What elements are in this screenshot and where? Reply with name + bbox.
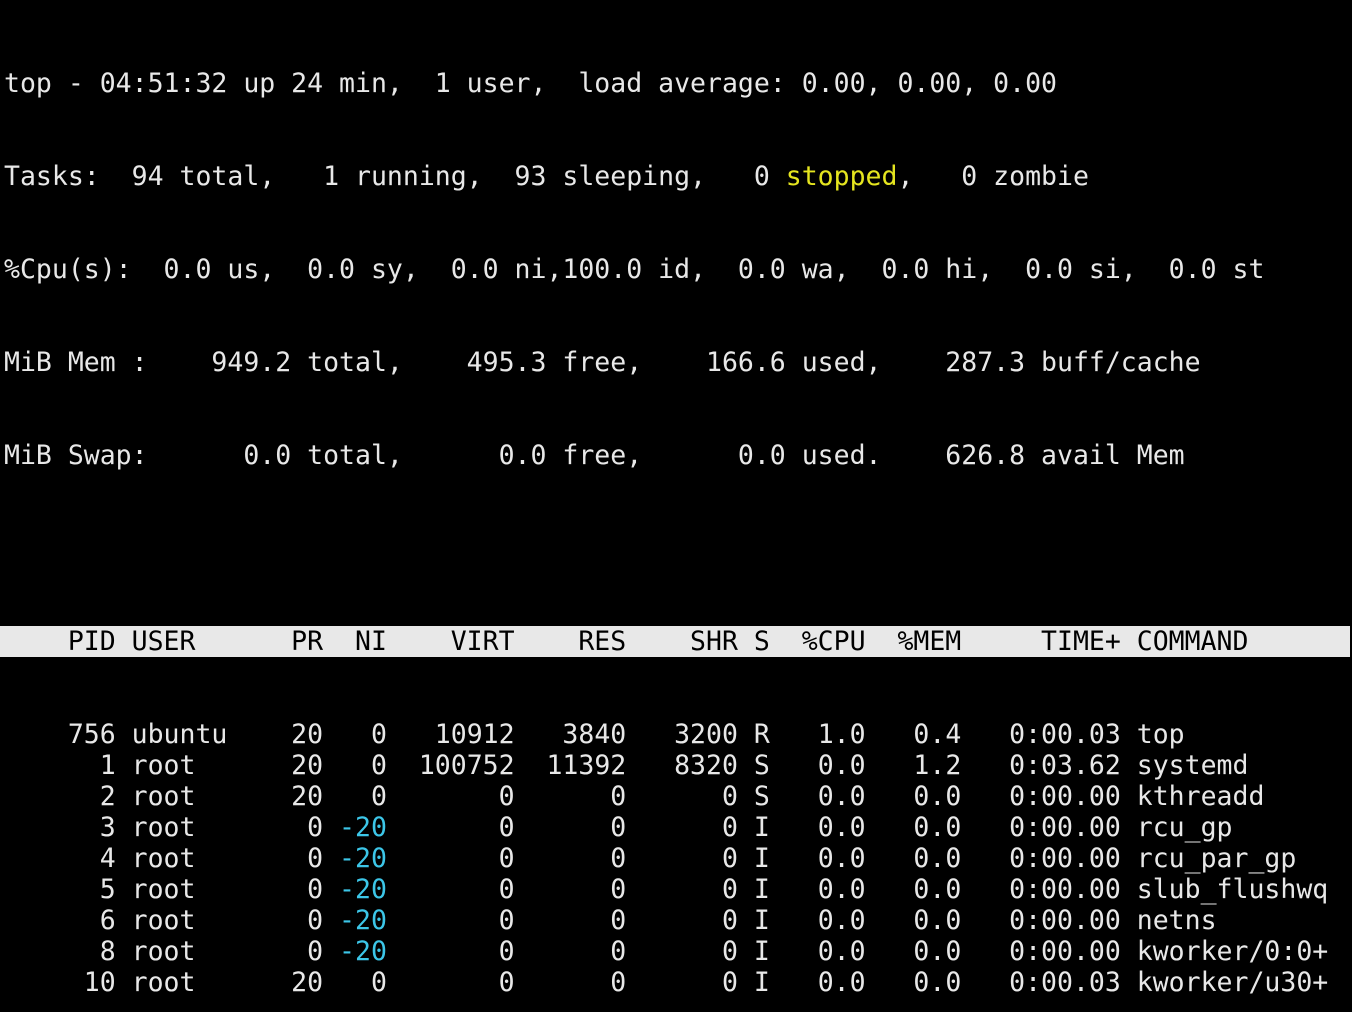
process-ni: -20: [339, 936, 387, 967]
process-pid-user-pr: 10 root 20: [4, 967, 371, 998]
process-stats-command: 0 0 0 I 0.0 0.0 0:00.00 netns: [386, 905, 1217, 936]
process-row: 10 root 20 0 0 0 0 I 0.0 0.0 0:00.03 kwo…: [4, 967, 1352, 998]
process-stats-command: 0 0 0 I 0.0 0.0 0:00.03 kworker/u30+: [386, 967, 1329, 998]
process-pid-user-pr: 2 root 20: [4, 781, 371, 812]
process-pid-user-pr: 6 root 0: [4, 905, 340, 936]
process-table-header: PID USER PR NI VIRT RES SHR S %CPU %MEM …: [0, 626, 1350, 657]
process-row: 6 root 0 -20 0 0 0 I 0.0 0.0 0:00.00 net…: [4, 905, 1352, 936]
process-row: 1 root 20 0 100752 11392 8320 S 0.0 1.2 …: [4, 750, 1352, 781]
process-stats-command: 10912 3840 3200 R 1.0 0.4 0:00.03 top: [386, 719, 1185, 750]
process-stats-command: 0 0 0 I 0.0 0.0 0:00.00 slub_flushwq: [386, 874, 1329, 905]
process-stats-command: 100752 11392 8320 S 0.0 1.2 0:03.62 syst…: [386, 750, 1249, 781]
process-row: 756 ubuntu 20 0 10912 3840 3200 R 1.0 0.…: [4, 719, 1352, 750]
process-table-body: 756 ubuntu 20 0 10912 3840 3200 R 1.0 0.…: [4, 719, 1352, 998]
cpu-line: %Cpu(s): 0.0 us, 0.0 sy, 0.0 ni,100.0 id…: [4, 254, 1265, 285]
process-ni: 0: [370, 750, 387, 781]
stopped-label: stopped: [785, 161, 898, 192]
process-ni: -20: [339, 812, 387, 843]
process-stats-command: 0 0 0 I 0.0 0.0 0:00.00 kworker/0:0+: [386, 936, 1329, 967]
process-stats-command: 0 0 0 I 0.0 0.0 0:00.00 rcu_gp: [386, 812, 1233, 843]
swap-line: MiB Swap: 0.0 total, 0.0 free, 0.0 used.…: [4, 440, 1185, 471]
process-row: 3 root 0 -20 0 0 0 I 0.0 0.0 0:00.00 rcu…: [4, 812, 1352, 843]
process-row: 2 root 20 0 0 0 0 S 0.0 0.0 0:00.00 kthr…: [4, 781, 1352, 812]
process-ni: 0: [370, 781, 387, 812]
tasks-zombie: , 0 zombie: [897, 161, 1089, 192]
process-row: 4 root 0 -20 0 0 0 I 0.0 0.0 0:00.00 rcu…: [4, 843, 1352, 874]
process-ni: -20: [339, 843, 387, 874]
mem-line: MiB Mem : 949.2 total, 495.3 free, 166.6…: [4, 347, 1201, 378]
tasks-line: Tasks: 94 total, 1 running, 93 sleeping,…: [4, 161, 1352, 192]
process-stats-command: 0 0 0 I 0.0 0.0 0:00.00 rcu_par_gp: [386, 843, 1297, 874]
process-pid-user-pr: 8 root 0: [4, 936, 340, 967]
process-stats-command: 0 0 0 S 0.0 0.0 0:00.00 kthreadd: [386, 781, 1265, 812]
process-ni: 0: [370, 967, 387, 998]
process-row: 8 root 0 -20 0 0 0 I 0.0 0.0 0:00.00 kwo…: [4, 936, 1352, 967]
process-pid-user-pr: 4 root 0: [4, 843, 340, 874]
process-ni: 0: [370, 719, 387, 750]
process-pid-user-pr: 3 root 0: [4, 812, 340, 843]
process-ni: -20: [339, 905, 387, 936]
process-ni: -20: [339, 874, 387, 905]
uptime-line: top - 04:51:32 up 24 min, 1 user, load a…: [4, 68, 1057, 99]
process-pid-user-pr: 5 root 0: [4, 874, 340, 905]
process-pid-user-pr: 756 ubuntu 20: [4, 719, 371, 750]
terminal-window[interactable]: top - 04:51:32 up 24 min, 1 user, load a…: [0, 6, 1352, 1012]
process-row: 5 root 0 -20 0 0 0 I 0.0 0.0 0:00.00 slu…: [4, 874, 1352, 905]
tasks-summary: Tasks: 94 total, 1 running, 93 sleeping,…: [4, 161, 786, 192]
process-pid-user-pr: 1 root 20: [4, 750, 371, 781]
